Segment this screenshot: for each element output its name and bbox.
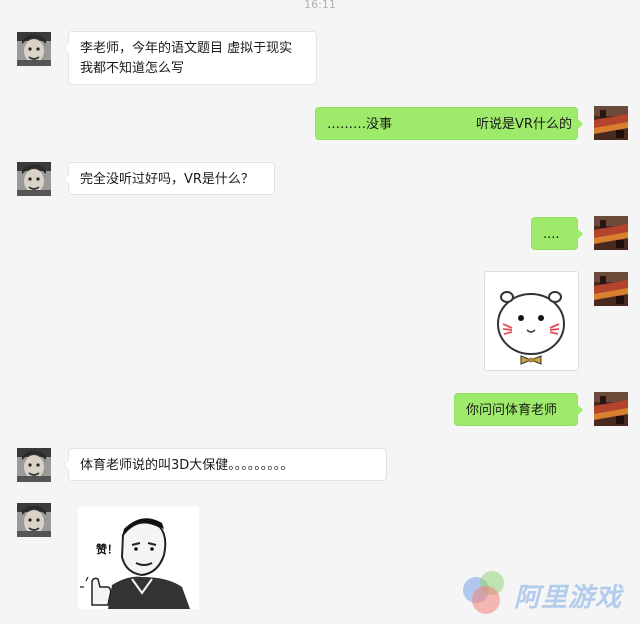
avatar-image <box>17 503 51 537</box>
timestamp: 16:11 <box>304 0 336 11</box>
self-avatar[interactable] <box>594 106 628 140</box>
message-text: 体育老师说的叫3D大保健。。。。。。。。。 <box>80 458 294 473</box>
watermark-text: 阿里游戏 <box>514 583 623 613</box>
thumbs-up-meme-sticker[interactable]: 赞！ <box>78 507 199 609</box>
watermark-icon <box>463 571 504 614</box>
message-text: 听说是VR什么的 <box>476 117 572 132</box>
incoming-message-bubble[interactable]: 体育老师说的叫3D大保健。。。。。。。。。 <box>63 448 387 481</box>
outgoing-message-bubble[interactable]: ………没事 听说是VR什么的 <box>315 107 583 140</box>
message-text: .... <box>543 227 560 242</box>
avatar-image <box>594 216 628 250</box>
avatar-image <box>594 392 628 426</box>
message-text: 你问问体育老师 <box>466 403 558 418</box>
self-avatar[interactable] <box>594 272 628 306</box>
contact-avatar[interactable] <box>17 32 51 66</box>
self-avatar[interactable] <box>594 216 628 250</box>
contact-avatar[interactable] <box>17 162 51 196</box>
message-text: ………没事 <box>327 117 393 132</box>
sticker-image <box>78 507 199 609</box>
self-avatar[interactable] <box>594 392 628 426</box>
avatar-image <box>17 448 51 482</box>
contact-avatar[interactable] <box>17 448 51 482</box>
message-text: 完全没听过好吗，VR是什么？ <box>80 172 254 187</box>
blush-bun-face-sticker[interactable] <box>484 271 579 371</box>
sticker-caption: 赞！ <box>96 543 118 556</box>
message-line: 李老师，今年的语文题目 虚拟于现实 <box>80 41 293 56</box>
outgoing-message-bubble[interactable]: 你问问体育老师 <box>454 393 583 426</box>
sticker-image <box>497 291 565 365</box>
incoming-message-bubble[interactable]: 李老师，今年的语文题目 虚拟于现实 我都不知道怎么写 <box>63 31 317 85</box>
avatar-image <box>17 32 51 66</box>
outgoing-message-bubble[interactable]: .... <box>531 217 583 250</box>
contact-avatar[interactable] <box>17 503 51 537</box>
avatar-image <box>17 162 51 196</box>
message-line: 我都不知道怎么写 <box>80 61 185 76</box>
incoming-message-bubble[interactable]: 完全没听过好吗，VR是什么？ <box>63 162 275 195</box>
watermark-logo: 阿里游戏 <box>460 568 635 618</box>
avatar-image <box>594 106 628 140</box>
avatar-image <box>594 272 628 306</box>
